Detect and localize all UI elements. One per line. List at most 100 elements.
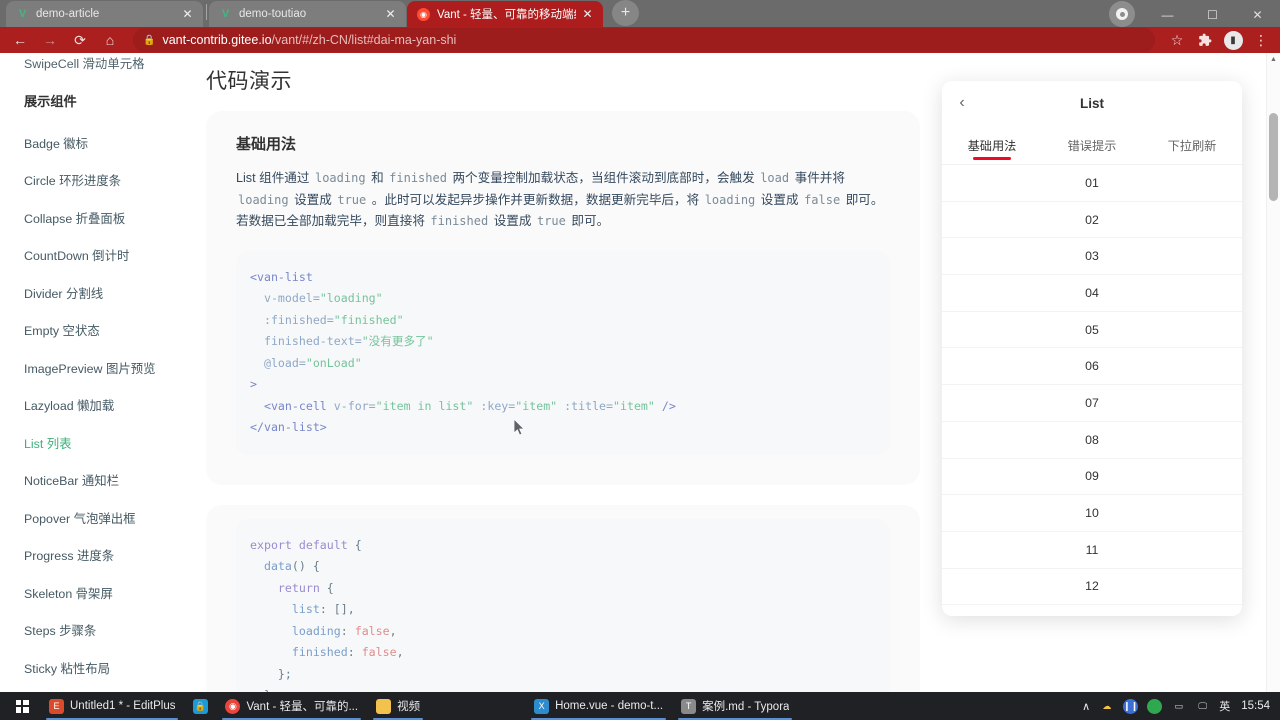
clock[interactable]: 15:54 — [1241, 700, 1270, 712]
inline-code: true — [536, 214, 566, 228]
vue-icon: V — [221, 8, 230, 20]
code-token: "finished" — [333, 312, 404, 327]
taskbar-item-folder[interactable]: 视频 — [367, 692, 429, 720]
sidebar-item-sticky[interactable]: Sticky 粘性布局 — [24, 650, 180, 688]
code-token: > — [250, 377, 257, 391]
tray-chevron-icon[interactable]: ∧ — [1082, 700, 1090, 713]
code-token: () { — [291, 559, 320, 573]
back-button[interactable]: ← — [6, 27, 34, 53]
taskbar-item-editplus[interactable]: E Untitled1 * - EditPlus — [40, 692, 184, 720]
browser-tab-2[interactable]: V demo-toutiao ✕ — [209, 1, 406, 27]
code-block-template[interactable]: <van-list v-model="loading" :finished="f… — [236, 250, 890, 455]
browser-tab-1[interactable]: V demo-article ✕ — [6, 1, 203, 27]
extensions-puzzle-icon[interactable] — [1192, 27, 1218, 53]
sidebar-item-countdown[interactable]: CountDown 倒计时 — [24, 238, 180, 276]
sidebar-item-badge[interactable]: Badge 徽标 — [24, 125, 180, 163]
list-item[interactable]: 06 — [942, 348, 1242, 386]
code-token: data — [250, 559, 292, 573]
tab-title: Vant - 轻量、可靠的移动端组件 — [437, 9, 576, 21]
preview-title: List — [1079, 95, 1104, 111]
sidebar-item-popover[interactable]: Popover 气泡弹出框 — [24, 500, 180, 538]
tab-title: demo-article — [36, 8, 100, 20]
desc-text: List 组件通过 — [236, 171, 310, 185]
cloud-icon[interactable]: ☁ — [1099, 699, 1114, 714]
reload-button[interactable]: ⟳ — [66, 27, 94, 53]
sidebar-item-noticebar[interactable]: NoticeBar 通知栏 — [24, 463, 180, 501]
tab-pull-refresh[interactable]: 下拉刷新 — [1142, 125, 1242, 164]
mouse-cursor — [513, 418, 526, 437]
battery-icon[interactable]: ▭ — [1171, 699, 1186, 714]
list-item[interactable]: 08 — [942, 422, 1242, 459]
list-item[interactable]: 04 — [942, 275, 1242, 312]
sidebar-item-circle[interactable]: Circle 环形进度条 — [24, 163, 180, 201]
close-icon[interactable]: ✕ — [580, 7, 595, 22]
page-scrollbar[interactable]: ▲ — [1266, 53, 1280, 692]
address-bar[interactable]: 🔒 vant-contrib.gitee.io /vant/#/zh-CN/li… — [133, 28, 1155, 52]
list-item[interactable]: 12 — [942, 569, 1242, 606]
scroll-up-arrow[interactable]: ▲ — [1267, 53, 1280, 63]
profile-avatar-icon[interactable]: ▮ — [1220, 27, 1246, 53]
browser-tab-3-active[interactable]: ◉ Vant - 轻量、可靠的移动端组件 ✕ — [407, 1, 603, 27]
sidebar-item-swipecell[interactable]: SwipeCell 滑动单元格 — [24, 53, 180, 75]
new-tab-button[interactable]: + — [612, 0, 639, 26]
sidebar-item-divider[interactable]: Divider 分割线 — [24, 275, 180, 313]
sidebar-item-empty[interactable]: Empty 空状态 — [24, 313, 180, 351]
lock-icon: 🔒 — [143, 34, 156, 46]
display-icon[interactable]: 🖵 — [1195, 699, 1210, 714]
list-item[interactable]: 11 — [942, 532, 1242, 569]
pause-circle-icon[interactable]: ❙❙ — [1123, 698, 1138, 714]
desc-text: 两个变量控制加载状态，当组件滚动到底部时，会触发 — [452, 171, 755, 185]
windows-taskbar: E Untitled1 * - EditPlus 🔒 ◉ Vant - 轻量、可… — [0, 692, 1280, 720]
ime-indicator[interactable]: 英 — [1219, 698, 1230, 714]
sidebar-item-steps[interactable]: Steps 步骤条 — [24, 613, 180, 651]
browser-toolbar: ← → ⟳ ⌂ 🔒 vant-contrib.gitee.io /vant/#/… — [0, 27, 1280, 53]
preview-list[interactable]: 01 02 03 04 05 06 07 08 09 10 11 12 — [942, 165, 1242, 616]
record-circle-icon[interactable]: ● — [1147, 698, 1163, 714]
browser-window: V demo-article ✕ V demo-toutiao ✕ ◉ Vant… — [0, 0, 1280, 692]
tab-basic-usage[interactable]: 基础用法 — [942, 125, 1042, 164]
code-line: <van-cell v-for="item in list" :key="ite… — [250, 396, 876, 418]
sidebar-item-collapse[interactable]: Collapse 折叠面板 — [24, 200, 180, 238]
browser-menu-icon[interactable]: ⋮ — [1248, 27, 1274, 53]
list-item[interactable]: 03 — [942, 238, 1242, 276]
sidebar-item-list[interactable]: List 列表 — [24, 425, 180, 463]
taskbar-item-label: 案例.md - Typora — [702, 701, 790, 713]
bookmark-star-icon[interactable]: ☆ — [1164, 27, 1190, 53]
editplus-icon: E — [49, 698, 64, 714]
code-token: "onLoad" — [305, 355, 362, 370]
home-button[interactable]: ⌂ — [96, 27, 124, 53]
taskbar-item-chrome[interactable]: ◉ Vant - 轻量、可靠的... — [216, 692, 367, 720]
sidebar-item-skeleton[interactable]: Skeleton 骨架屏 — [24, 575, 180, 613]
desc-text: 事件并将 — [794, 171, 845, 185]
code-line: }, — [250, 685, 876, 692]
start-icon[interactable] — [4, 692, 40, 720]
inline-code: finished — [430, 214, 489, 228]
close-icon[interactable]: ✕ — [180, 7, 195, 22]
list-item[interactable]: 05 — [942, 312, 1242, 349]
list-item[interactable]: 02 — [942, 202, 1242, 239]
code-token: list — [250, 602, 320, 616]
list-item[interactable]: 01 — [942, 165, 1242, 202]
forward-button[interactable]: → — [36, 27, 64, 53]
close-window-button[interactable]: ✕ — [1235, 0, 1280, 29]
sidebar-item-imagepreview[interactable]: ImagePreview 图片预览 — [24, 350, 180, 388]
minimize-button[interactable]: — — [1145, 0, 1190, 29]
profile-pill-icon[interactable] — [1109, 1, 1135, 27]
tab-error-tip[interactable]: 错误提示 — [1042, 125, 1142, 164]
code-block-script[interactable]: export default { data() { return { list:… — [236, 518, 890, 692]
code-token: { — [319, 580, 334, 595]
taskbar-item-vscode[interactable]: X Home.vue - demo-t... — [525, 692, 672, 720]
scrollbar-thumb[interactable] — [1269, 113, 1278, 201]
taskbar-item-typora[interactable]: T 案例.md - Typora — [672, 692, 798, 720]
code-line: <van-list — [250, 267, 876, 289]
sidebar-item-lazyload[interactable]: Lazyload 懒加载 — [24, 388, 180, 426]
taskbar-item-pinned-app[interactable]: 🔒 — [184, 692, 216, 720]
tab-title: demo-toutiao — [239, 8, 307, 20]
docs-sidebar[interactable]: SwipeCell 滑动单元格 展示组件 Badge 徽标 Circle 环形进… — [0, 53, 180, 692]
close-icon[interactable]: ✕ — [383, 7, 398, 22]
sidebar-item-progress[interactable]: Progress 进度条 — [24, 538, 180, 576]
list-item[interactable]: 07 — [942, 385, 1242, 422]
list-item[interactable]: 10 — [942, 495, 1242, 532]
maximize-button[interactable]: ☐ — [1190, 0, 1235, 29]
list-item[interactable]: 09 — [942, 459, 1242, 496]
